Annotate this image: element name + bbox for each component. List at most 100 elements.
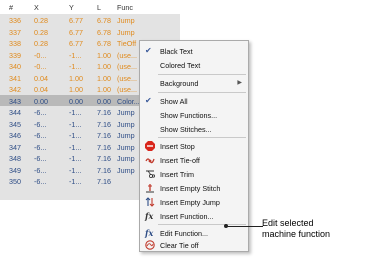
menu-item-show-functions[interactable]: Show Functions... bbox=[140, 108, 248, 122]
table-cell: 0.00 bbox=[69, 96, 83, 106]
table-cell: 350 bbox=[9, 177, 21, 186]
table-cell: -6... bbox=[34, 154, 47, 163]
table-cell: -6... bbox=[34, 165, 47, 175]
table-cell: Jump bbox=[117, 16, 135, 25]
menu-item-show-stitches[interactable]: Show Stitches... bbox=[140, 122, 248, 136]
edit-function-icon: fx bbox=[145, 228, 154, 238]
table-cell: -1... bbox=[69, 165, 82, 175]
table-cell: 349 bbox=[9, 165, 21, 175]
table-cell: 6.77 bbox=[69, 39, 83, 48]
table-cell: 1.00 bbox=[69, 85, 83, 94]
menu-divider bbox=[158, 92, 246, 93]
table-cell: 0.28 bbox=[34, 16, 48, 25]
menu-item-insert-trim[interactable]: Insert Trim bbox=[140, 167, 248, 181]
check-icon: ✔ bbox=[145, 96, 152, 105]
menu-item-label: Black Text bbox=[160, 47, 193, 56]
callout-line-1: Edit selected bbox=[262, 218, 314, 228]
menu-item-insert-function[interactable]: fx Insert Function... bbox=[140, 209, 248, 223]
table-cell: 336 bbox=[9, 16, 21, 25]
table-cell: (use... bbox=[117, 62, 137, 71]
column-header-x[interactable]: X bbox=[34, 3, 39, 12]
menu-item-label: Insert Stop bbox=[160, 142, 195, 151]
table-cell: Jump bbox=[117, 27, 135, 37]
table-cell: 1.00 bbox=[97, 73, 111, 83]
menu-item-colored-text[interactable]: Colored Text bbox=[140, 58, 248, 72]
table-cell: 7.16 bbox=[97, 131, 111, 140]
menu-item-label: Edit Function... bbox=[160, 229, 208, 238]
table-cell: -6... bbox=[34, 119, 47, 129]
table-cell: Jump bbox=[117, 119, 135, 129]
table-cell: 341 bbox=[9, 73, 21, 83]
table-cell: Jump bbox=[117, 131, 135, 140]
table-cell: Jump bbox=[117, 165, 135, 175]
callout-annotation: Edit selected machine function bbox=[262, 218, 330, 240]
table-cell: 0.04 bbox=[34, 73, 48, 83]
menu-item-label: Insert Tie-off bbox=[160, 156, 200, 165]
table-cell: -6... bbox=[34, 142, 47, 152]
table-cell: 346 bbox=[9, 131, 21, 140]
grid-header: # X Y L Func bbox=[0, 0, 180, 14]
column-header-length[interactable]: L bbox=[97, 3, 101, 12]
table-cell: -6... bbox=[34, 108, 47, 117]
menu-divider bbox=[158, 137, 246, 138]
menu-item-insert-stop[interactable]: Insert Stop bbox=[140, 139, 248, 153]
table-cell: 0.00 bbox=[97, 96, 111, 106]
table-cell: -1... bbox=[69, 154, 82, 163]
menu-item-label: Insert Function... bbox=[160, 212, 214, 221]
table-cell: 342 bbox=[9, 85, 21, 94]
callout-pointer-line bbox=[226, 226, 263, 227]
menu-item-label: Show Stitches... bbox=[160, 125, 212, 134]
table-cell: (use... bbox=[117, 50, 137, 60]
table-cell: 7.16 bbox=[97, 108, 111, 117]
table-cell: 1.00 bbox=[97, 85, 111, 94]
table-cell: 1.00 bbox=[97, 62, 111, 71]
menu-item-insert-tie-off[interactable]: Insert Tie-off bbox=[140, 153, 248, 167]
menu-item-show-all[interactable]: ✔ Show All bbox=[140, 94, 248, 108]
check-icon: ✔ bbox=[145, 46, 152, 55]
column-header-function[interactable]: Func bbox=[117, 3, 133, 12]
table-cell: -1... bbox=[69, 62, 82, 71]
context-menu: ✔ Black Text Colored Text Background ▶ ✔… bbox=[139, 40, 249, 252]
table-cell: (use... bbox=[117, 73, 137, 83]
table-cell: -6... bbox=[34, 177, 47, 186]
table-cell: 344 bbox=[9, 108, 21, 117]
table-cell: -1... bbox=[69, 142, 82, 152]
table-row[interactable]: 336 0.28 6.77 6.78 Jump bbox=[0, 14, 180, 26]
menu-item-label: Show Functions... bbox=[160, 111, 218, 120]
menu-item-insert-empty-stitch[interactable]: Insert Empty Stitch bbox=[140, 181, 248, 195]
table-cell: 6.77 bbox=[69, 16, 83, 25]
empty-stitch-icon bbox=[146, 184, 154, 193]
table-row[interactable]: 337 0.28 6.77 6.78 Jump bbox=[0, 26, 180, 38]
menu-item-clear-tie-off[interactable]: Clear Tie off bbox=[140, 238, 248, 252]
table-cell: 7.16 bbox=[97, 165, 111, 175]
table-cell: -1... bbox=[69, 108, 82, 117]
column-header-number[interactable]: # bbox=[9, 3, 13, 12]
table-cell: TieOff bbox=[117, 39, 137, 48]
menu-item-insert-empty-jump[interactable]: Insert Empty Jump bbox=[140, 195, 248, 209]
table-cell: 345 bbox=[9, 119, 21, 129]
clear-tie-off-icon bbox=[145, 240, 155, 250]
table-cell: Jump bbox=[117, 142, 135, 152]
tie-off-icon bbox=[145, 158, 155, 164]
table-cell: Jump bbox=[117, 154, 135, 163]
menu-item-label: Insert Empty Jump bbox=[160, 198, 220, 207]
submenu-arrow-icon: ▶ bbox=[237, 80, 242, 86]
table-cell: 7.16 bbox=[97, 142, 111, 152]
table-cell: 6.77 bbox=[69, 27, 83, 37]
menu-divider bbox=[158, 74, 246, 75]
table-cell: 337 bbox=[9, 27, 21, 37]
table-cell: 340 bbox=[9, 62, 21, 71]
table-cell: 6.78 bbox=[97, 27, 111, 37]
table-cell: -1... bbox=[69, 131, 82, 140]
menu-item-background[interactable]: Background ▶ bbox=[140, 76, 248, 90]
table-cell: 7.16 bbox=[97, 177, 111, 186]
table-cell: -1... bbox=[69, 119, 82, 129]
table-cell: 0.28 bbox=[34, 27, 48, 37]
column-header-y[interactable]: Y bbox=[69, 3, 74, 12]
menu-item-label: Background bbox=[160, 79, 199, 88]
menu-item-black-text[interactable]: ✔ Black Text bbox=[140, 44, 248, 58]
table-cell: 0.04 bbox=[34, 85, 48, 94]
menu-divider bbox=[158, 224, 246, 225]
stop-icon bbox=[145, 141, 155, 151]
table-cell: 6.78 bbox=[97, 39, 111, 48]
